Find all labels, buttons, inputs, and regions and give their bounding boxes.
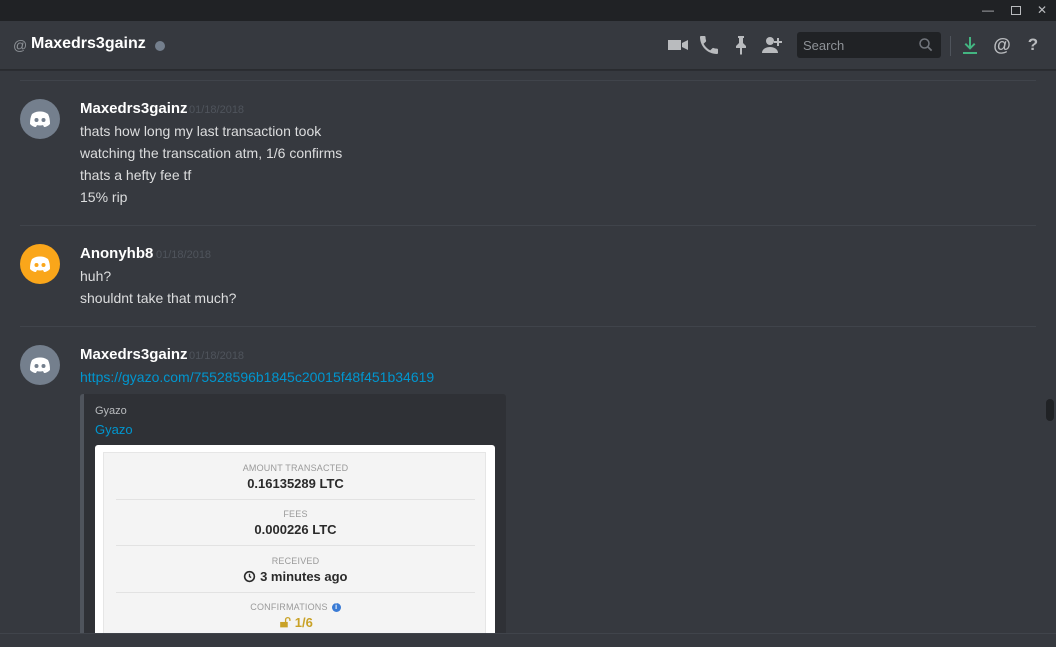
info-icon: i bbox=[331, 603, 341, 612]
unlock-icon bbox=[280, 616, 291, 628]
embed-title[interactable]: Gyazo bbox=[95, 422, 133, 437]
field-value: 0.16135289 LTC bbox=[247, 476, 344, 491]
status-indicator bbox=[155, 41, 165, 51]
message-text: thats how long my last transaction took bbox=[80, 123, 322, 139]
message-timestamp: 01/18/2018 bbox=[189, 104, 245, 116]
add-friend-icon[interactable] bbox=[760, 33, 784, 57]
field-label: AMOUNT TRANSACTED bbox=[242, 463, 349, 473]
message-link[interactable]: https://gyazo.com/75528596b1845c20015f48… bbox=[80, 369, 434, 385]
maximize-icon bbox=[1011, 6, 1021, 16]
field-label: RECEIVED bbox=[271, 556, 320, 566]
scrollbar-track[interactable] bbox=[1046, 72, 1054, 632]
window-titlebar: — ✕ bbox=[0, 0, 1056, 21]
maximize-button[interactable] bbox=[1005, 0, 1027, 21]
video-call-icon[interactable] bbox=[666, 33, 690, 57]
clock-icon bbox=[244, 570, 256, 583]
channel-name: Maxedrs3gainz bbox=[31, 35, 146, 52]
avatar[interactable] bbox=[20, 99, 60, 139]
at-sign: @ bbox=[13, 37, 28, 53]
message-divider bbox=[20, 225, 1036, 226]
transaction-card: AMOUNT TRANSACTED 0.16135289 LTC FEES 0.… bbox=[103, 452, 486, 633]
field-divider bbox=[116, 499, 475, 500]
discord-logo-icon bbox=[30, 256, 50, 272]
discord-logo-icon bbox=[30, 111, 50, 127]
message-link-line: https://gyazo.com/75528596b1845c20015f48… bbox=[80, 369, 434, 385]
composer-area bbox=[0, 633, 1056, 647]
header-divider bbox=[950, 36, 951, 56]
message-list: Maxedrs3gainz 01/18/2018 thats how long … bbox=[0, 70, 1044, 633]
search-box[interactable] bbox=[797, 32, 941, 58]
message-text: huh? bbox=[80, 268, 112, 284]
confirmations-field: CONFIRMATIONS i 1/6 bbox=[116, 602, 475, 630]
embed-image[interactable]: AMOUNT TRANSACTED 0.16135289 LTC FEES 0.… bbox=[95, 445, 495, 633]
field-value-row: 1/6 bbox=[116, 615, 475, 630]
message-author[interactable]: Maxedrs3gainz bbox=[80, 346, 188, 363]
message-text: 15% rip bbox=[80, 189, 128, 205]
message-timestamp: 01/18/2018 bbox=[156, 249, 212, 261]
message-divider bbox=[20, 80, 1036, 81]
avatar[interactable] bbox=[20, 244, 60, 284]
scrollbar-thumb[interactable] bbox=[1046, 399, 1054, 421]
field-divider bbox=[116, 545, 475, 546]
minimize-button[interactable]: — bbox=[977, 0, 999, 21]
voice-call-icon[interactable] bbox=[697, 33, 721, 57]
field-divider bbox=[116, 592, 475, 593]
field-value: 1/6 bbox=[294, 615, 313, 630]
help-icon[interactable]: ? bbox=[1021, 33, 1045, 57]
search-input[interactable] bbox=[797, 32, 915, 58]
message-text: thats a hefty fee tf bbox=[80, 167, 192, 183]
close-icon: ✕ bbox=[1036, 3, 1048, 17]
field-label-row: CONFIRMATIONS i bbox=[116, 602, 475, 612]
field-label: FEES bbox=[283, 509, 308, 519]
close-button[interactable]: ✕ bbox=[1031, 0, 1053, 21]
message-divider bbox=[20, 326, 1036, 327]
message-text: shouldnt take that much? bbox=[80, 290, 237, 306]
received-field: RECEIVED 3 minutes ago bbox=[116, 556, 475, 584]
fees-field: FEES 0.000226 LTC bbox=[116, 509, 475, 537]
amount-field: AMOUNT TRANSACTED 0.16135289 LTC bbox=[116, 463, 475, 491]
minimize-icon: — bbox=[982, 3, 994, 17]
field-value: 3 minutes ago bbox=[260, 569, 348, 584]
message-author[interactable]: Maxedrs3gainz bbox=[80, 100, 188, 117]
message-author[interactable]: Anonyhb8 bbox=[80, 245, 153, 262]
discord-logo-icon bbox=[30, 357, 50, 373]
embed-provider[interactable]: Gyazo bbox=[95, 405, 127, 417]
channel-header: @ Maxedrs3gainz @ ? bbox=[0, 21, 1056, 70]
download-icon[interactable] bbox=[958, 33, 982, 57]
field-value: 0.000226 LTC bbox=[254, 522, 337, 537]
pin-icon[interactable] bbox=[729, 33, 753, 57]
link-embed: Gyazo Gyazo AMOUNT TRANSACTED 0.16135289… bbox=[80, 394, 506, 633]
avatar[interactable] bbox=[20, 345, 60, 385]
field-label: CONFIRMATIONS bbox=[250, 602, 328, 612]
field-value-row: 3 minutes ago bbox=[116, 569, 475, 584]
mention-icon[interactable]: @ bbox=[990, 33, 1014, 57]
message-text: watching the transcation atm, 1/6 confir… bbox=[80, 145, 343, 161]
message-timestamp: 01/18/2018 bbox=[189, 350, 245, 362]
search-icon bbox=[919, 38, 933, 52]
